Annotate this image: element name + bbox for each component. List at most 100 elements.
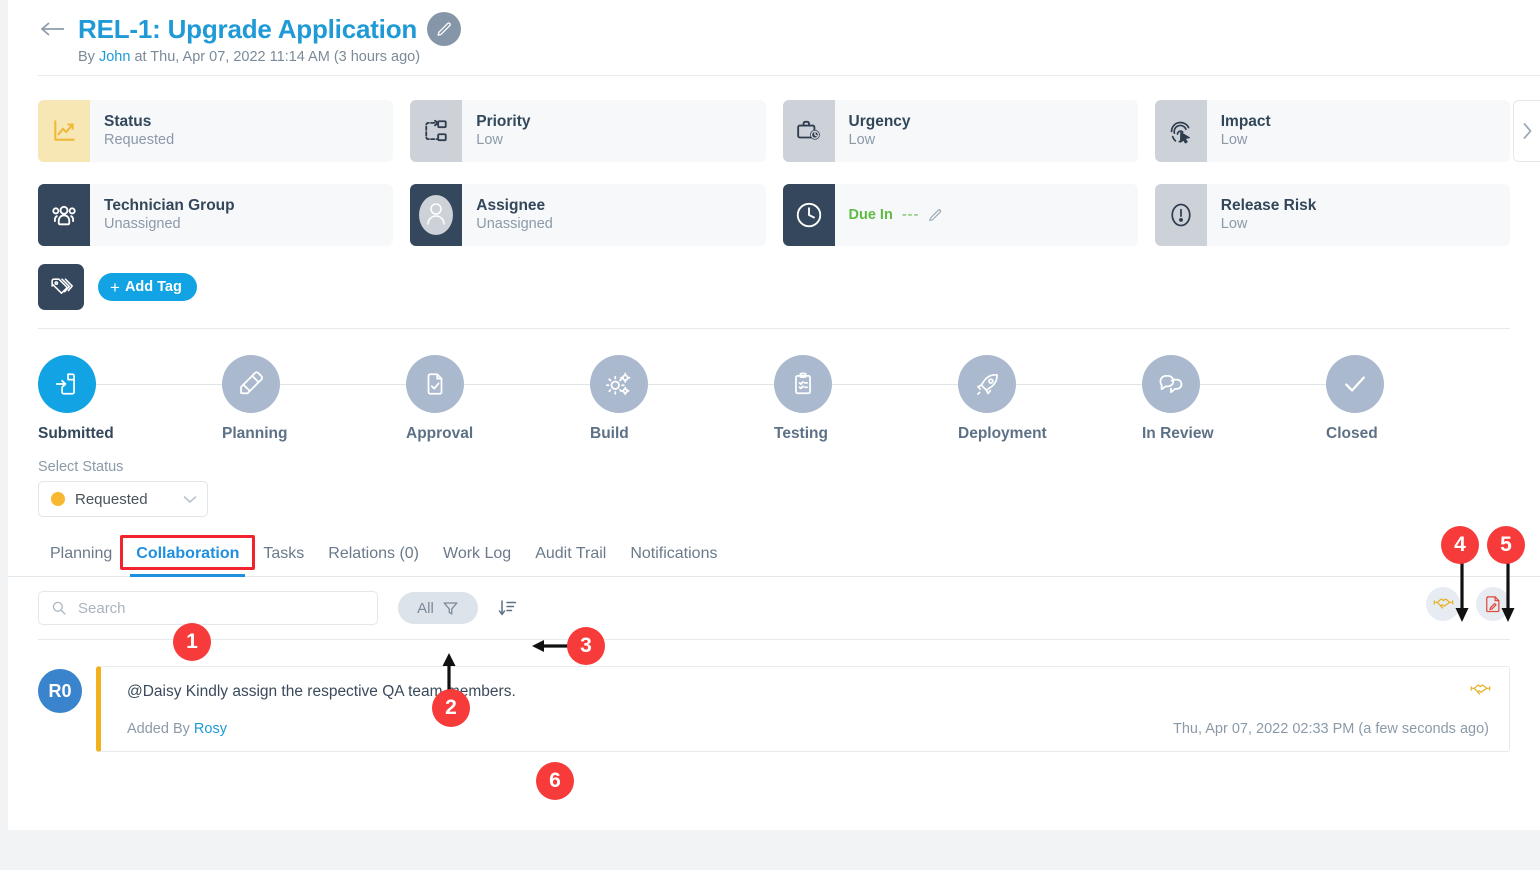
field-card-release-risk[interactable]: Release Risk Low (1154, 184, 1510, 246)
annotation-badge-5: 5 (1487, 526, 1525, 564)
field-value: Low (1220, 215, 1248, 232)
field-card-priority[interactable]: Priority Low (410, 100, 766, 162)
comment-list: R0 @Daisy Kindly assign the respective Q… (8, 640, 1540, 752)
byline-prefix: By (78, 49, 95, 65)
byline-timestamp: at Thu, Apr 07, 2022 11:14 AM (3 hours a… (134, 49, 421, 65)
chart-line-icon (38, 100, 90, 162)
step-connector (464, 384, 591, 385)
pencil-icon (437, 21, 451, 36)
back-arrow-icon[interactable] (38, 14, 68, 44)
avatar: R0 (38, 669, 82, 713)
step-connector (1200, 384, 1327, 385)
step-label: Closed (1326, 425, 1378, 442)
page-byline: By John at Thu, Apr 07, 2022 11:14 AM (3… (78, 49, 1540, 65)
workflow-step-testing[interactable]: Testing (774, 355, 959, 443)
field-cards-section: Status Requested Priority Low Urgency Lo… (8, 86, 1540, 246)
step-connector (280, 384, 407, 385)
due-in-label: Due In (848, 207, 893, 223)
planning-icon[interactable] (222, 355, 280, 413)
rocket-icon[interactable] (958, 355, 1016, 413)
field-label: Release Risk (1220, 196, 1317, 214)
chat-bubbles-icon[interactable] (1142, 355, 1200, 413)
clock-icon (782, 184, 835, 246)
tab-audit-trail[interactable]: Audit Trail (523, 537, 618, 576)
status-dot (51, 492, 65, 506)
field-card-status[interactable]: Status Requested (38, 100, 394, 162)
field-label: Urgency (848, 112, 911, 130)
briefcase-clock-icon (782, 100, 835, 162)
field-card-urgency[interactable]: Urgency Low (782, 100, 1138, 162)
field-value: Unassigned (476, 215, 553, 232)
tags-icon[interactable] (38, 264, 84, 310)
header-divider (38, 75, 1540, 76)
workflow-step-closed[interactable]: Closed (1326, 355, 1510, 443)
select-status-section: Select Status Requested (8, 443, 1540, 517)
annotation-badge-3: 3 (567, 627, 605, 665)
step-connector (832, 384, 959, 385)
comment-body: @Daisy Kindly assign the respective QA t… (127, 683, 516, 700)
select-status-value: Requested (75, 490, 148, 508)
workflow-step-approval[interactable]: Approval (406, 355, 591, 443)
funnel-icon (442, 600, 459, 617)
search-icon (51, 600, 67, 616)
step-label: Build (590, 425, 629, 442)
workflow-step-build[interactable]: Build (590, 355, 775, 443)
edit-title-button[interactable] (427, 12, 462, 46)
cards-scroll-right-button[interactable] (1513, 100, 1540, 162)
tab-notifications[interactable]: Notifications (618, 537, 729, 576)
comment-item: @Daisy Kindly assign the respective QA t… (96, 666, 1510, 752)
field-value: Low (848, 131, 876, 148)
gears-icon[interactable] (590, 355, 648, 413)
due-in-edit-icon[interactable] (928, 208, 943, 223)
workflow-step-deployment[interactable]: Deployment (958, 355, 1143, 443)
page-title: REL-1: Upgrade Application (78, 13, 418, 44)
field-value: Low (476, 131, 503, 148)
field-card-due-in[interactable]: Due In --- (782, 184, 1138, 246)
select-status-dropdown[interactable]: Requested (38, 481, 208, 517)
workflow-step-in-review[interactable]: In Review (1142, 355, 1327, 443)
search-box[interactable] (38, 591, 378, 625)
annotation-badge-2: 2 (432, 689, 470, 727)
workflow-step-planning[interactable]: Planning (222, 355, 407, 443)
plus-icon: + (110, 277, 120, 297)
search-input[interactable] (76, 598, 365, 618)
handshake-icon (1470, 680, 1491, 701)
step-label: Planning (222, 425, 288, 442)
user-avatar-icon (410, 184, 463, 246)
tab-planning[interactable]: Planning (38, 537, 124, 576)
fingerprint-icon (1154, 100, 1207, 162)
annotation-arrow-5 (1501, 562, 1515, 622)
chevron-right-icon (1523, 123, 1532, 139)
tab-work-log[interactable]: Work Log (431, 537, 523, 576)
annotation-badge-4: 4 (1441, 526, 1479, 564)
annotation-badge-1: 1 (173, 623, 211, 661)
byline-user-link[interactable]: John (99, 49, 130, 65)
field-card-assignee[interactable]: Assignee Unassigned (410, 184, 766, 246)
field-card-technician-group[interactable]: Technician Group Unassigned (38, 184, 394, 246)
file-submit-icon[interactable] (38, 355, 96, 413)
people-group-icon (38, 184, 90, 246)
field-label: Technician Group (104, 196, 235, 214)
add-tag-button[interactable]: + Add Tag (98, 273, 197, 301)
clipboard-check-icon[interactable] (774, 355, 832, 413)
added-by-user-link[interactable]: Rosy (194, 721, 227, 737)
step-connector (1016, 384, 1143, 385)
field-card-impact[interactable]: Impact Low (1154, 100, 1510, 162)
tab-tasks[interactable]: Tasks (251, 537, 316, 576)
release-detail-page: REL-1: Upgrade Application By John at Th… (8, 0, 1540, 830)
tab-bar: Planning Collaboration Tasks Relations (… (8, 537, 1540, 577)
sort-descending-icon[interactable] (498, 598, 518, 618)
tab-collaboration[interactable]: Collaboration (124, 537, 251, 577)
tab-relations[interactable]: Relations (0) (316, 537, 431, 576)
step-label: Deployment (958, 425, 1047, 442)
filter-label: All (417, 599, 434, 617)
field-label: Priority (476, 112, 531, 130)
step-label: In Review (1142, 425, 1214, 442)
field-value: Requested (104, 131, 175, 148)
filter-all-button[interactable]: All (398, 592, 478, 624)
comment-author: Added By Rosy (127, 721, 227, 737)
check-icon[interactable] (1326, 355, 1384, 413)
workflow-step-submitted[interactable]: Submitted (38, 355, 223, 443)
file-check-icon[interactable] (406, 355, 464, 413)
step-label: Approval (406, 425, 474, 442)
